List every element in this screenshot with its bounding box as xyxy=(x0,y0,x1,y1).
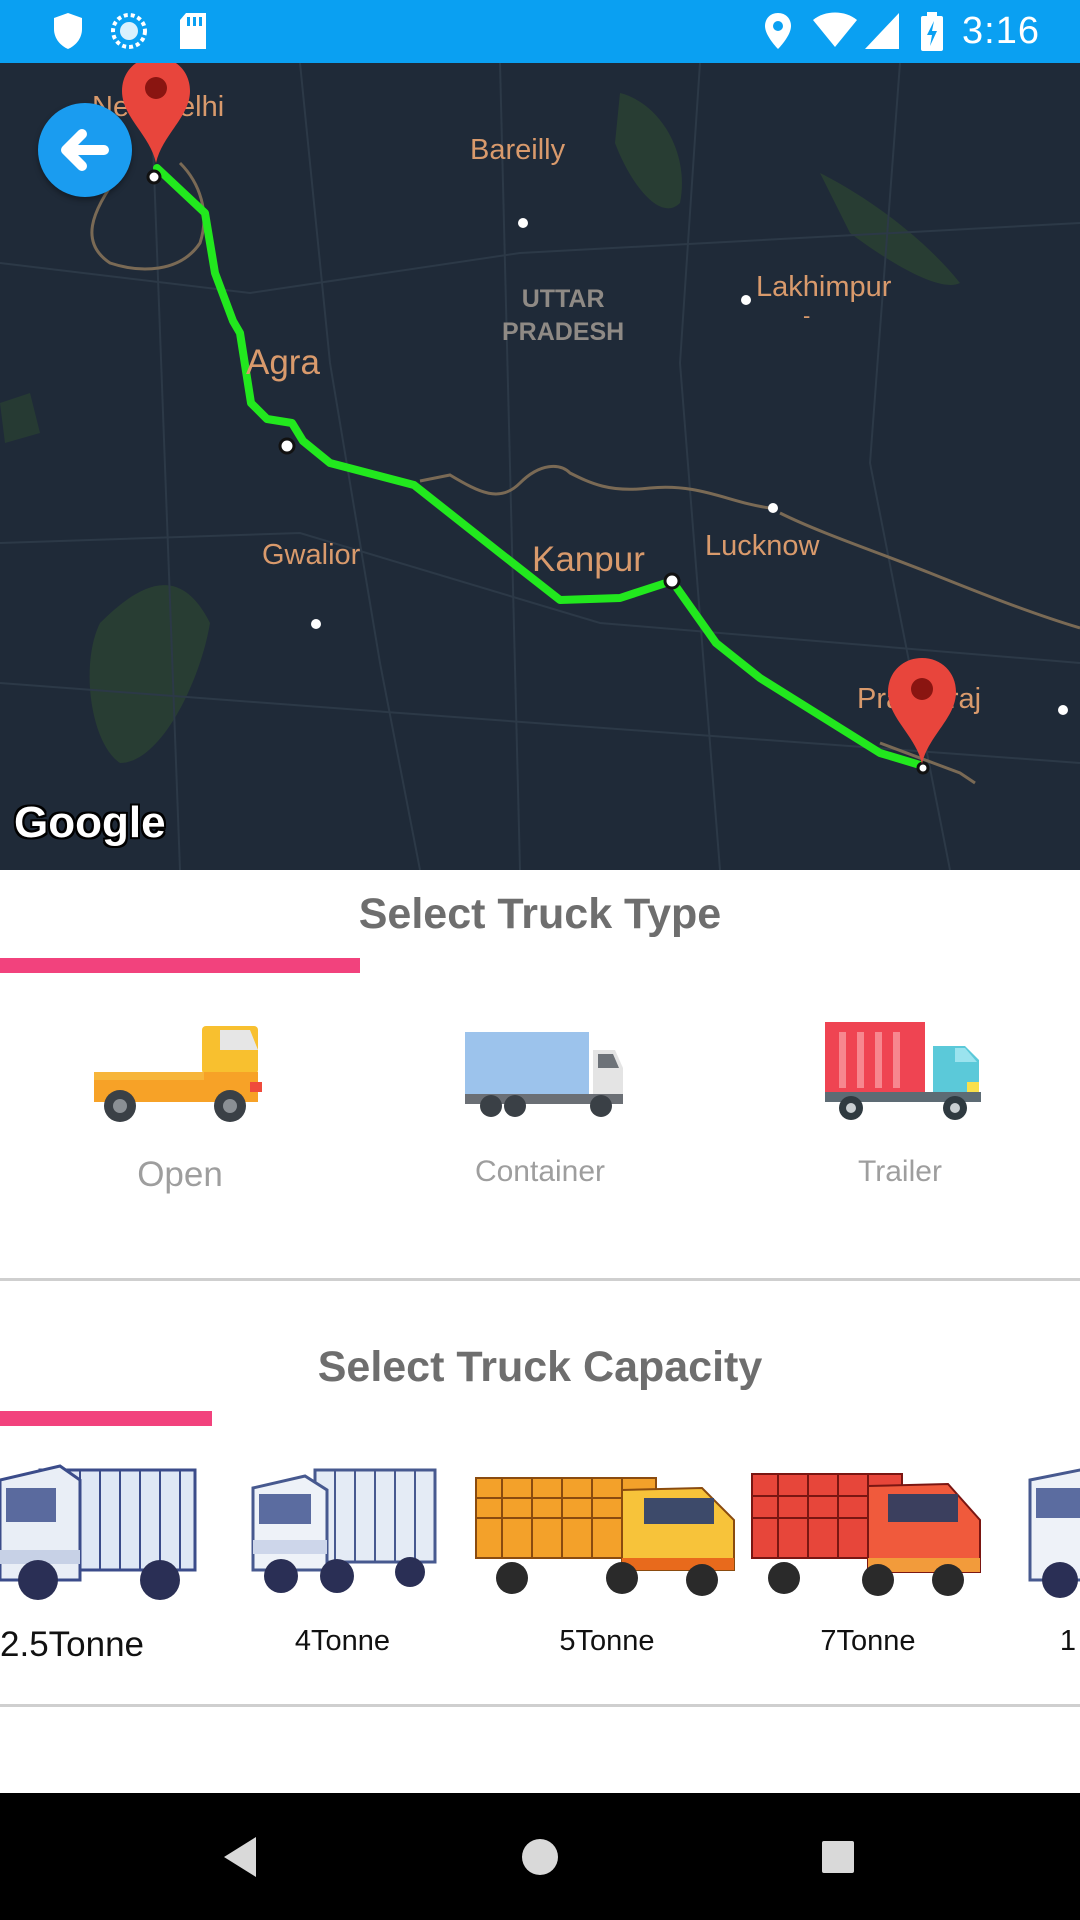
map-label-lakhimpur-sub: - xyxy=(803,303,811,328)
capacity-label: 4Tonne xyxy=(294,1625,391,1657)
map-label-lucknow: Lucknow xyxy=(705,530,820,562)
capacity-label: 1 xyxy=(1059,1625,1076,1657)
sd-card-icon xyxy=(178,12,208,55)
truck-type-label: Open xyxy=(137,1155,223,1194)
trailer-truck-icon xyxy=(825,1022,981,1120)
capacity-item-partial[interactable]: 1 xyxy=(1020,1440,1080,1658)
destination-pin-icon[interactable] xyxy=(886,656,958,771)
map-label-bareilly: Bareilly xyxy=(470,134,566,166)
route-map[interactable]: New Delhi Bareilly Lakhimpur - UTTAR PRA… xyxy=(0,63,1080,870)
truck-capacity-tab-indicator xyxy=(0,1411,212,1426)
map-label-gwalior: Gwalior xyxy=(262,539,361,571)
location-icon xyxy=(764,12,792,55)
truck-photo xyxy=(751,1473,981,1596)
route-line xyxy=(153,164,924,769)
truck-photo xyxy=(1028,1468,1080,1598)
battery-charging-icon xyxy=(920,12,944,57)
signal-icon xyxy=(864,12,900,55)
capacity-label: 5Tonne xyxy=(559,1625,655,1657)
container-truck-icon xyxy=(465,1032,623,1117)
capacity-item-7t[interactable]: 7Tonne xyxy=(748,1440,988,1658)
arrow-left-icon xyxy=(61,129,109,171)
open-truck-icon xyxy=(94,1026,262,1122)
home-nav-icon[interactable] xyxy=(480,1793,600,1920)
shield-icon xyxy=(52,12,84,55)
truck-type-open[interactable]: Open xyxy=(30,1020,330,1195)
truck-type-label: Container xyxy=(474,1155,606,1188)
truck-type-container[interactable]: Container xyxy=(390,1020,690,1189)
capacity-item-2-5t[interactable]: 2.5Tonne xyxy=(0,1440,200,1665)
map-label-kanpur: Kanpur xyxy=(532,540,645,579)
status-time: 3:16 xyxy=(962,10,1040,52)
wifi-icon xyxy=(812,12,858,53)
navigation-bar xyxy=(0,1793,1080,1920)
google-logo: Google xyxy=(14,798,166,847)
section-divider xyxy=(0,1704,1080,1707)
recents-nav-icon[interactable] xyxy=(778,1793,898,1920)
truck-type-trailer[interactable]: Trailer xyxy=(750,1020,1050,1189)
truck-type-label: Trailer xyxy=(858,1155,942,1188)
map-label-state: UTTAR PRADESH xyxy=(502,285,625,346)
truck-type-title: Select Truck Type xyxy=(358,890,722,938)
section-divider xyxy=(0,1278,1080,1281)
map-label-lakhimpur: Lakhimpur xyxy=(756,271,892,303)
truck-type-tab-indicator xyxy=(0,958,360,973)
status-bar: 3:16 xyxy=(0,0,1080,63)
truck-photo xyxy=(251,1468,437,1593)
truck-photo xyxy=(475,1477,735,1596)
capacity-label: 7Tonne xyxy=(820,1625,916,1657)
map-label-agra: Agra xyxy=(246,343,320,382)
truck-photo xyxy=(0,1464,197,1600)
capacity-item-4t[interactable]: 4Tonne xyxy=(245,1440,440,1658)
sync-icon xyxy=(110,12,148,55)
back-button[interactable] xyxy=(38,103,132,197)
capacity-label: 2.5Tonne xyxy=(0,1625,145,1664)
back-nav-icon[interactable] xyxy=(182,1793,302,1920)
capacity-item-5t[interactable]: 5Tonne xyxy=(472,1440,742,1658)
truck-capacity-title: Select Truck Capacity xyxy=(317,1343,763,1391)
